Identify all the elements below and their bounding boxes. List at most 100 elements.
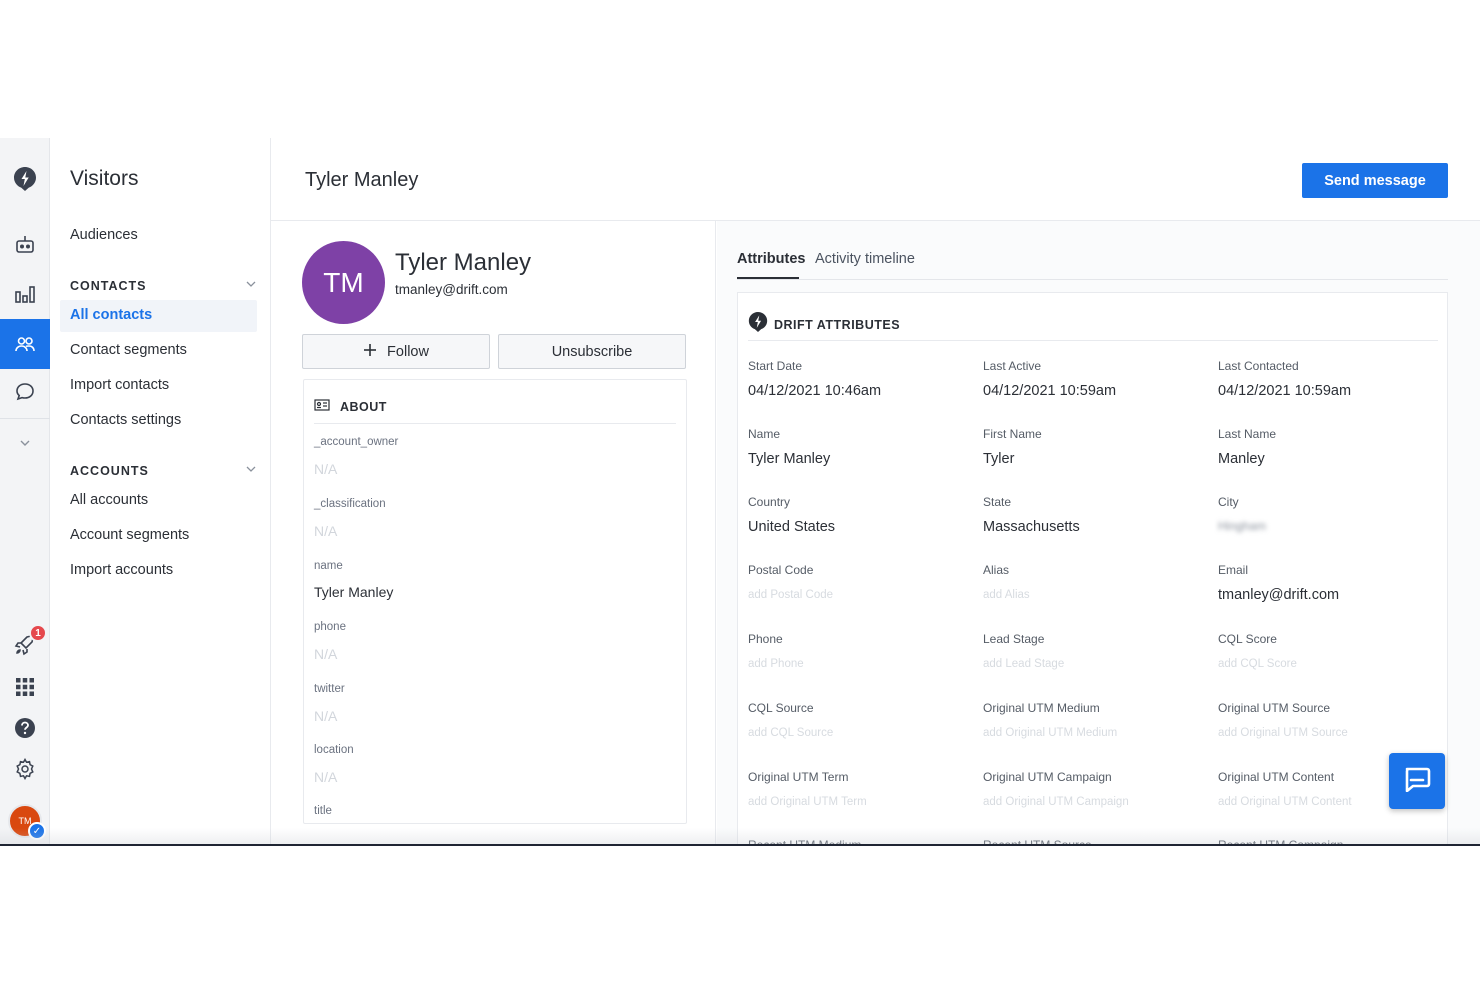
- follow-button[interactable]: Follow: [302, 334, 490, 369]
- apps-grid-icon[interactable]: [0, 666, 50, 708]
- about-title: ABOUT: [340, 400, 387, 414]
- attr-value[interactable]: 04/12/2021 10:59am: [1218, 383, 1351, 399]
- drift-attributes-card: DRIFT ATTRIBUTES Start Date 04/12/2021 1…: [737, 292, 1448, 846]
- attr-label: Last Active: [983, 359, 1042, 373]
- attr-label: Original UTM Content: [1218, 770, 1335, 784]
- send-message-button[interactable]: Send message: [1302, 163, 1448, 198]
- contacts-icon[interactable]: [0, 319, 50, 369]
- attr-label: Last Name: [1218, 427, 1277, 441]
- attr-label: Country: [748, 495, 791, 509]
- attr-value[interactable]: add Lead Stage: [983, 658, 1064, 670]
- reports-icon[interactable]: [0, 273, 50, 315]
- about-field-value[interactable]: N/A: [314, 708, 337, 724]
- about-field-label: twitter: [314, 683, 345, 695]
- chat-bubble-icon: [1403, 766, 1431, 797]
- contact-avatar: TM: [302, 241, 385, 324]
- accounts-section-heading[interactable]: ACCOUNTS: [70, 464, 149, 478]
- attr-label: Postal Code: [748, 563, 814, 577]
- about-field-value[interactable]: Tyler Manley: [314, 584, 393, 600]
- help-icon[interactable]: [0, 707, 50, 749]
- nav-audiences[interactable]: Audiences: [70, 227, 138, 243]
- attr-label: City: [1218, 495, 1239, 509]
- plus-icon: [363, 343, 377, 361]
- nav-all-contacts[interactable]: All contacts: [70, 307, 152, 323]
- attr-label: Original UTM Source: [1218, 701, 1331, 715]
- attr-label: Email: [1218, 563, 1249, 577]
- frame-edge: [0, 844, 1480, 846]
- attr-value[interactable]: add Original UTM Term: [748, 796, 867, 808]
- chat-widget-button[interactable]: [1389, 753, 1445, 809]
- attr-value[interactable]: add Postal Code: [748, 589, 833, 601]
- about-field-value[interactable]: N/A: [314, 646, 337, 662]
- attr-value[interactable]: Manley: [1218, 451, 1265, 467]
- bot-icon[interactable]: [0, 224, 50, 266]
- contacts-section-heading[interactable]: CONTACTS: [70, 279, 147, 293]
- icon-rail: 1 TM ✓: [0, 138, 50, 846]
- attr-label: First Name: [983, 427, 1042, 441]
- drift-attributes-title: DRIFT ATTRIBUTES: [774, 317, 901, 332]
- attr-value[interactable]: Tyler: [983, 451, 1014, 467]
- attr-value[interactable]: add Original UTM Content: [1218, 796, 1352, 808]
- status-check-icon: ✓: [28, 822, 46, 840]
- attr-value[interactable]: add Original UTM Medium: [983, 727, 1117, 739]
- about-field-value[interactable]: N/A: [314, 769, 337, 785]
- rail-divider: [0, 418, 50, 419]
- nav-contacts-settings[interactable]: Contacts settings: [70, 412, 181, 428]
- attr-value[interactable]: 04/12/2021 10:59am: [983, 383, 1116, 399]
- about-card: ABOUT _account_owner N/A _classification…: [303, 379, 687, 824]
- page-title: Tyler Manley: [305, 169, 419, 191]
- attr-value[interactable]: add CQL Score: [1218, 658, 1297, 670]
- about-field-label: phone: [314, 621, 346, 633]
- about-field-value[interactable]: N/A: [314, 523, 337, 539]
- attributes-panel: Attributes Activity timeline DRIFT ATTRI…: [717, 221, 1480, 846]
- attr-label: Phone: [748, 632, 783, 646]
- nav-account-segments[interactable]: Account segments: [70, 527, 189, 543]
- drift-logo-icon: [748, 311, 768, 338]
- attr-value[interactable]: add Original UTM Campaign: [983, 796, 1129, 808]
- app-window: 1 TM ✓ Visitors Audiences CONTACTS All c…: [0, 138, 1480, 846]
- attr-label: Last Contacted: [1218, 359, 1299, 373]
- about-field-label: name: [314, 560, 343, 572]
- about-field-value[interactable]: N/A: [314, 461, 337, 477]
- attr-label: Lead Stage: [983, 632, 1045, 646]
- unsubscribe-button[interactable]: Unsubscribe: [498, 334, 686, 369]
- attr-value[interactable]: tmanley@drift.com: [1218, 587, 1339, 603]
- nav-import-accounts[interactable]: Import accounts: [70, 562, 173, 578]
- attr-label: Original UTM Medium: [983, 701, 1100, 715]
- nav-contact-segments[interactable]: Contact segments: [70, 342, 187, 358]
- visitors-subnav: Visitors Audiences CONTACTS All contacts…: [50, 138, 271, 846]
- attr-value[interactable]: add Phone: [748, 658, 804, 670]
- attr-value[interactable]: add Original UTM Source: [1218, 727, 1348, 739]
- chevron-down-icon[interactable]: [246, 279, 256, 291]
- about-field-label: location: [314, 744, 354, 756]
- tab-activity-timeline[interactable]: Activity timeline: [815, 251, 915, 267]
- attr-label: Original UTM Campaign: [983, 770, 1112, 784]
- id-card-icon: [314, 398, 330, 416]
- attr-value[interactable]: Tyler Manley: [748, 451, 830, 467]
- page-header: Tyler Manley Send message: [271, 138, 1480, 221]
- conversations-icon[interactable]: [0, 371, 50, 413]
- attr-label: CQL Score: [1218, 632, 1277, 646]
- contact-profile: TM Tyler Manley tmanley@drift.com Follow…: [271, 221, 716, 846]
- attr-label: Alias: [983, 563, 1010, 577]
- attr-value[interactable]: 04/12/2021 10:46am: [748, 383, 881, 399]
- attr-value[interactable]: Massachusetts: [983, 519, 1080, 535]
- drift-attributes-header: DRIFT ATTRIBUTES: [748, 309, 1438, 341]
- attr-value[interactable]: Hingham: [1218, 519, 1266, 533]
- nav-import-contacts[interactable]: Import contacts: [70, 377, 169, 393]
- contact-email: tmanley@drift.com: [395, 282, 508, 297]
- attr-value[interactable]: United States: [748, 519, 835, 535]
- chevron-down-icon[interactable]: [246, 464, 256, 476]
- attr-value[interactable]: add CQL Source: [748, 727, 833, 739]
- drift-logo-icon[interactable]: [0, 158, 50, 200]
- settings-icon[interactable]: [0, 748, 50, 790]
- about-field-label: _classification: [314, 498, 386, 510]
- tab-attributes[interactable]: Attributes: [737, 251, 805, 267]
- attr-value[interactable]: add Alias: [983, 589, 1030, 601]
- nav-all-accounts[interactable]: All accounts: [70, 492, 148, 508]
- tab-divider: [737, 279, 1448, 280]
- expand-chevron-icon[interactable]: [0, 422, 50, 464]
- subnav-title: Visitors: [70, 167, 139, 190]
- attr-label: CQL Source: [748, 701, 814, 715]
- attr-label: Name: [748, 427, 781, 441]
